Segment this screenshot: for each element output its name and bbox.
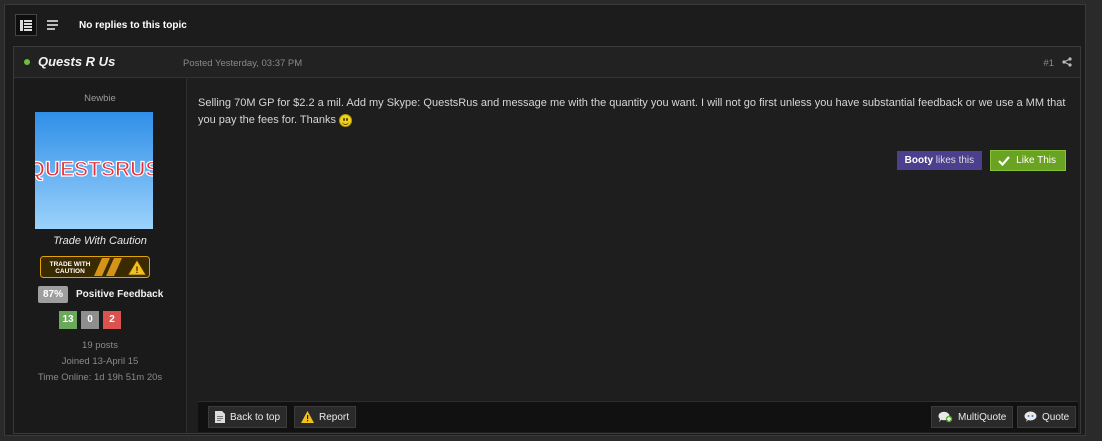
multiquote-button[interactable]: MultiQuote <box>931 406 1014 428</box>
post-controls: Back to top Report MultiQuote Quote <box>198 401 1078 432</box>
likes-area: Booty likes this Like This <box>896 150 1066 171</box>
author-sidebar: Newbie QUESTSRUS Trade With Caution ! TR… <box>14 78 187 433</box>
share-icon[interactable] <box>1062 57 1072 70</box>
smiley-icon <box>339 113 353 127</box>
reply-count-text: No replies to this topic <box>79 19 187 31</box>
post-count: 19 posts <box>82 340 118 351</box>
post-body: Selling 70M GP for $2.2 a mil. Add my Sk… <box>198 95 1068 129</box>
feedback-percent: 87% <box>38 286 69 303</box>
back-to-top-label: Back to top <box>230 411 281 423</box>
report-label: Report <box>319 411 350 423</box>
post: Quests R Us Posted Yesterday, 03:37 PM #… <box>13 46 1081 434</box>
standard-view-button[interactable] <box>41 14 63 36</box>
list-view-icon <box>20 19 32 31</box>
feedback-summary[interactable]: 87% Positive Feedback <box>38 286 163 303</box>
author-name[interactable]: Quests R Us <box>38 54 115 69</box>
time-online: Time Online: 1d 19h 51m 20s <box>37 372 163 383</box>
badge-text-line1: TRADE WITH <box>50 261 91 268</box>
back-to-top-button[interactable]: Back to top <box>208 406 288 428</box>
badge-text-line2: CAUTION <box>55 268 85 275</box>
member-title: Trade With Caution <box>53 235 147 247</box>
svg-text:!: ! <box>136 265 139 275</box>
negative-feedback-count[interactable]: 2 <box>103 311 121 329</box>
feedback-counts: 13 0 2 <box>59 311 125 329</box>
avatar[interactable]: QUESTSRUS <box>28 112 160 229</box>
neutral-feedback-count[interactable]: 0 <box>81 311 99 329</box>
lines-view-icon <box>46 20 58 30</box>
liker-name[interactable]: Booty <box>905 155 933 166</box>
positive-feedback-count[interactable]: 13 <box>59 311 77 329</box>
avatar-logo-text: QUESTSRUS <box>35 158 153 181</box>
multiquote-icon <box>938 411 953 423</box>
online-status-icon <box>24 59 30 65</box>
topic-container: No replies to this topic Quests R Us Pos… <box>4 4 1086 436</box>
quote-icon <box>1024 411 1037 423</box>
checkmark-icon <box>998 155 1010 166</box>
likes-suffix: likes this <box>935 155 975 166</box>
report-button[interactable]: Report <box>294 406 357 428</box>
feedback-label: Positive Feedback <box>76 289 164 300</box>
post-body-text: Selling 70M GP for $2.2 a mil. Add my Sk… <box>198 97 1066 126</box>
warning-icon <box>301 411 314 423</box>
post-header: Quests R Us Posted Yesterday, 03:37 PM #… <box>14 47 1080 78</box>
member-group: Newbie <box>84 93 116 104</box>
threaded-view-button[interactable] <box>15 14 37 36</box>
document-icon <box>215 411 225 423</box>
topic-toolbar: No replies to this topic <box>15 14 415 36</box>
multiquote-label: MultiQuote <box>958 411 1007 423</box>
quote-label: Quote <box>1042 411 1070 423</box>
join-date: Joined 13-April 15 <box>61 356 139 367</box>
likes-text[interactable]: Booty likes this <box>896 151 983 170</box>
quote-button[interactable]: Quote <box>1017 406 1077 428</box>
post-number-link[interactable]: #1 <box>1043 58 1054 69</box>
trade-caution-badge: ! TRADE WITH CAUTION <box>40 256 150 281</box>
like-button-label: Like This <box>1016 155 1056 166</box>
like-button[interactable]: Like This <box>990 150 1066 171</box>
post-date: Posted Yesterday, 03:37 PM <box>183 58 303 69</box>
